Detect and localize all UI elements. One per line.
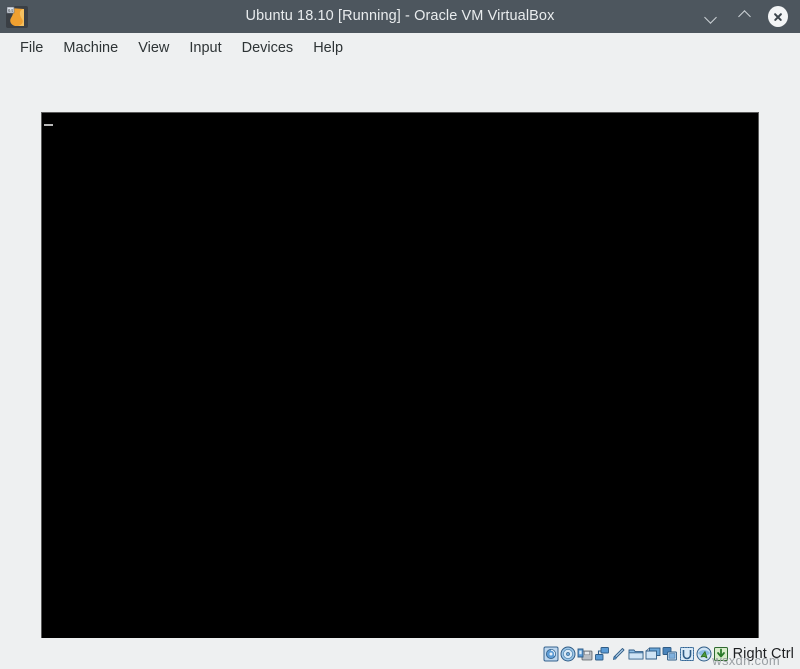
guest-display-area <box>0 63 800 638</box>
virtualbox-icon: 64 <box>6 6 28 28</box>
chevron-down-icon <box>705 11 716 22</box>
status-indicator-group <box>543 646 729 662</box>
menu-item-file[interactable]: File <box>10 37 53 59</box>
display-icon[interactable] <box>645 646 661 662</box>
window-title: Ubuntu 18.10 [Running] - Oracle VM Virtu… <box>0 0 800 33</box>
svg-text:64: 64 <box>8 8 13 13</box>
recording-icon[interactable] <box>662 646 678 662</box>
host-key-label: Right Ctrl <box>733 646 794 662</box>
guest-screen[interactable] <box>41 112 759 650</box>
virtualization-icon[interactable] <box>679 646 695 662</box>
maximize-button[interactable] <box>734 7 754 27</box>
close-icon <box>768 6 788 27</box>
virtualbox-vm-window: 64 Ubuntu 18.10 [Running] - Oracle VM Vi… <box>0 0 800 669</box>
close-button[interactable] <box>768 7 788 27</box>
menu-bar: File Machine View Input Devices Help <box>0 33 800 63</box>
hard-disk-icon[interactable] <box>543 646 559 662</box>
status-bar: Right Ctrl wsxdn.com <box>0 638 800 669</box>
minimize-button[interactable] <box>700 7 720 27</box>
mouse-integration-icon[interactable] <box>696 646 712 662</box>
window-controls <box>700 7 800 27</box>
guest-text-cursor <box>44 124 53 126</box>
optical-drive-icon[interactable] <box>560 646 576 662</box>
keyboard-icon[interactable] <box>713 646 729 662</box>
menu-item-view[interactable]: View <box>128 37 179 59</box>
floppy-drive-icon[interactable] <box>577 646 593 662</box>
usb-icon[interactable] <box>611 646 627 662</box>
menu-item-devices[interactable]: Devices <box>232 37 304 59</box>
menu-item-machine[interactable]: Machine <box>53 37 128 59</box>
title-bar: 64 Ubuntu 18.10 [Running] - Oracle VM Vi… <box>0 0 800 33</box>
menu-item-input[interactable]: Input <box>179 37 231 59</box>
menu-item-help[interactable]: Help <box>303 37 353 59</box>
shared-folders-icon[interactable] <box>628 646 644 662</box>
network-icon[interactable] <box>594 646 610 662</box>
chevron-up-icon <box>739 11 750 22</box>
